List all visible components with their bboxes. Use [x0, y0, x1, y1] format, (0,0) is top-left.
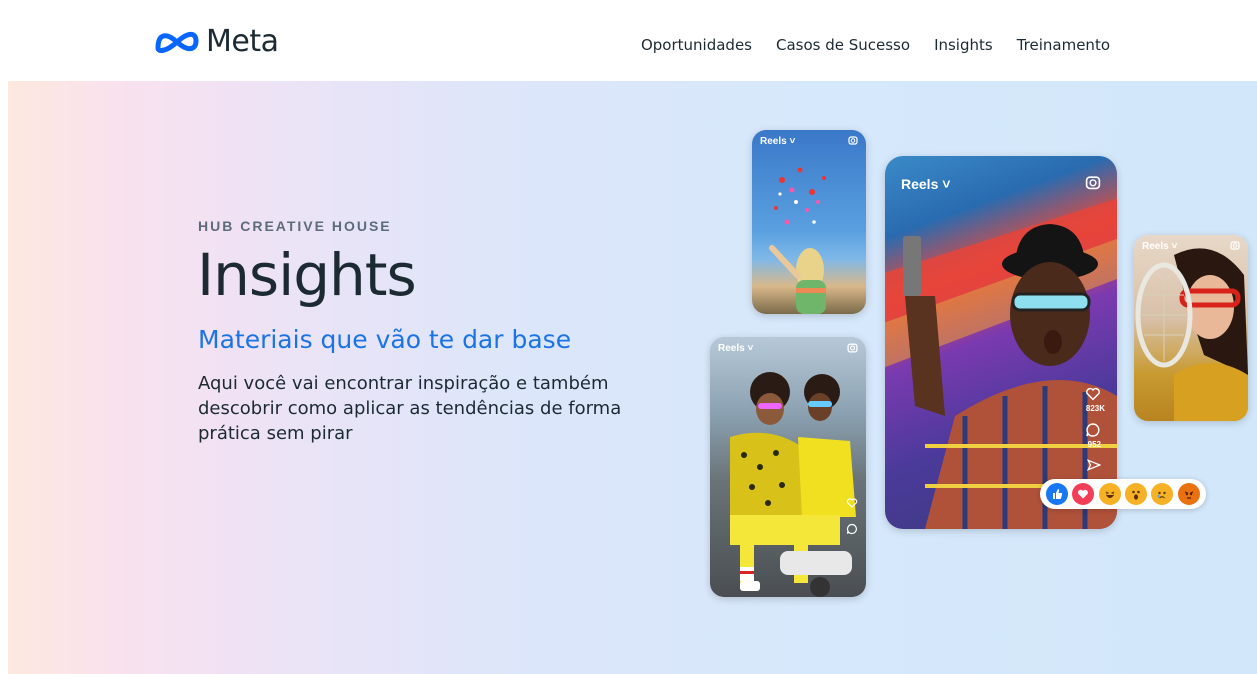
top-header: Meta Oportunidades Casos de Sucesso Insi…: [8, 6, 1257, 81]
sad-reaction-icon: [1151, 483, 1174, 505]
share-icon: [1087, 459, 1101, 471]
hero-subtitle: Materiais que vão te dar base: [198, 325, 572, 354]
confetti-art: [769, 167, 826, 314]
scooter-art: [730, 372, 856, 597]
hero-section: HUB CREATIVE HOUSE Insights Materiais qu…: [8, 81, 1257, 674]
page-frame: Meta Oportunidades Casos de Sucesso Insi…: [8, 6, 1257, 674]
nav-oportunidades[interactable]: Oportunidades: [641, 36, 752, 54]
reels-phone-confetti: Reels ˅: [752, 130, 866, 314]
meta-logo-text: Meta: [206, 24, 279, 59]
main-nav: Oportunidades Casos de Sucesso Insights …: [641, 36, 1110, 54]
comment-icon: [846, 523, 857, 535]
likes-count: 823K: [1085, 404, 1105, 413]
hero-description: Aqui você vai encontrar inspiração e tam…: [198, 373, 622, 444]
nav-insights[interactable]: Insights: [934, 36, 993, 54]
heart-icon: [1086, 387, 1100, 401]
tennis-art: [1135, 248, 1248, 421]
hero-eyebrow: HUB CREATIVE HOUSE: [198, 218, 392, 234]
love-reaction-icon: [1072, 483, 1095, 505]
reels-phone-selfie: Reels ˅ 823K 952: [885, 156, 1117, 529]
meta-logo[interactable]: Meta: [154, 24, 279, 59]
nav-casos-de-sucesso[interactable]: Casos de Sucesso: [776, 36, 910, 54]
selfie-art: [885, 198, 1117, 529]
meta-logo-icon: [155, 31, 199, 53]
reels-phone-scooter: Reels ˅: [710, 337, 866, 597]
page-title: Insights: [197, 241, 417, 309]
heart-icon: [846, 498, 858, 508]
comment-icon: [1086, 423, 1100, 437]
reactions-bar: [1040, 479, 1206, 509]
haha-reaction-icon: [1098, 483, 1121, 505]
reels-phone-tennis: Reels ˅: [1134, 235, 1248, 421]
angry-reaction-icon: [1177, 483, 1200, 505]
wow-reaction-icon: [1125, 483, 1148, 505]
nav-treinamento[interactable]: Treinamento: [1017, 36, 1110, 54]
like-reaction-icon: [1046, 483, 1069, 505]
comments-count: 952: [1087, 440, 1101, 449]
